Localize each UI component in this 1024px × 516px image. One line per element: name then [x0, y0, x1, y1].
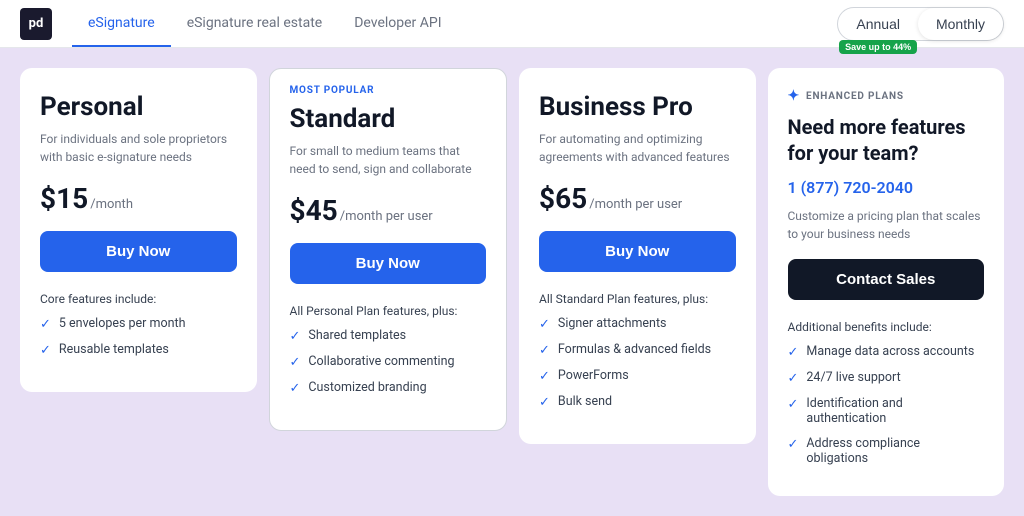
- standard-plan-card: MOST POPULAR Standard For small to mediu…: [269, 68, 508, 431]
- check-icon: ✓: [539, 317, 550, 332]
- check-icon: ✓: [40, 317, 51, 332]
- top-bar: pd eSignature eSignature real estate Dev…: [0, 0, 1024, 48]
- personal-buy-button[interactable]: Buy Now: [40, 231, 237, 272]
- standard-features-title: All Personal Plan features, plus:: [290, 304, 487, 318]
- check-icon: ✓: [539, 369, 550, 384]
- business-pro-price-row: $65 /month per user: [539, 182, 736, 215]
- logo-mark: pd: [20, 8, 52, 40]
- dots-icon: ✦: [788, 88, 801, 104]
- business-pro-plan-name: Business Pro: [539, 92, 736, 122]
- most-popular-label: MOST POPULAR: [290, 85, 487, 96]
- check-icon: ✓: [788, 371, 799, 386]
- nav-tabs: eSignature eSignature real estate Develo…: [72, 1, 837, 47]
- business-pro-plan-desc: For automating and optimizing agreements…: [539, 130, 736, 166]
- list-item: ✓ Bulk send: [539, 394, 736, 410]
- check-icon: ✓: [539, 343, 550, 358]
- business-pro-price-amount: $65: [539, 182, 587, 215]
- list-item: ✓ Signer attachments: [539, 316, 736, 332]
- standard-buy-button[interactable]: Buy Now: [290, 243, 487, 284]
- tab-esignature-realestate[interactable]: eSignature real estate: [171, 1, 339, 47]
- check-icon: ✓: [290, 381, 301, 396]
- standard-plan-desc: For small to medium teams that need to s…: [290, 142, 487, 178]
- personal-plan-desc: For individuals and sole proprietors wit…: [40, 130, 237, 166]
- personal-price-amount: $15: [40, 182, 88, 215]
- personal-price-row: $15 /month: [40, 182, 237, 215]
- personal-features-title: Core features include:: [40, 292, 237, 306]
- standard-price-row: $45 /month per user: [290, 194, 487, 227]
- list-item: ✓ Manage data across accounts: [788, 344, 985, 360]
- check-icon: ✓: [290, 355, 301, 370]
- billing-toggle: Annual Save up to 44% Monthly: [837, 7, 1004, 41]
- list-item: ✓ Formulas & advanced fields: [539, 342, 736, 358]
- enhanced-plan-card: ✦ ENHANCED PLANS Need more features for …: [768, 68, 1005, 496]
- check-icon: ✓: [788, 345, 799, 360]
- list-item: ✓ Shared templates: [290, 328, 487, 344]
- check-icon: ✓: [40, 343, 51, 358]
- business-pro-features-title: All Standard Plan features, plus:: [539, 292, 736, 306]
- check-icon: ✓: [788, 437, 799, 452]
- list-item: ✓ Address compliance obligations: [788, 436, 985, 466]
- monthly-toggle-btn[interactable]: Monthly: [918, 8, 1003, 40]
- tab-developer-api[interactable]: Developer API: [338, 1, 457, 47]
- list-item: ✓ Reusable templates: [40, 342, 237, 358]
- personal-plan-card: Personal For individuals and sole propri…: [20, 68, 257, 392]
- enhanced-phone[interactable]: 1 (877) 720-2040: [788, 178, 985, 197]
- personal-price-period: /month: [90, 197, 133, 212]
- tab-esignature[interactable]: eSignature: [72, 1, 171, 47]
- list-item: ✓ PowerForms: [539, 368, 736, 384]
- list-item: ✓ Collaborative commenting: [290, 354, 487, 370]
- standard-price-amount: $45: [290, 194, 338, 227]
- list-item: ✓ Identification and authentication: [788, 396, 985, 426]
- list-item: ✓ 5 envelopes per month: [40, 316, 237, 332]
- plans-container: Personal For individuals and sole propri…: [0, 48, 1024, 516]
- contact-sales-button[interactable]: Contact Sales: [788, 259, 985, 300]
- enhanced-title: Need more features for your team?: [788, 114, 985, 166]
- check-icon: ✓: [539, 395, 550, 410]
- business-pro-plan-card: Business Pro For automating and optimizi…: [519, 68, 756, 444]
- standard-plan-name: Standard: [290, 104, 487, 134]
- standard-price-period: /month per user: [340, 209, 433, 224]
- enhanced-features-title: Additional benefits include:: [788, 320, 985, 334]
- enhanced-header: ✦ ENHANCED PLANS: [788, 88, 985, 104]
- check-icon: ✓: [788, 397, 799, 412]
- save-badge: Save up to 44%: [839, 40, 917, 54]
- business-pro-buy-button[interactable]: Buy Now: [539, 231, 736, 272]
- enhanced-description: Customize a pricing plan that scales to …: [788, 207, 985, 243]
- list-item: ✓ Customized branding: [290, 380, 487, 396]
- business-pro-price-period: /month per user: [589, 197, 682, 212]
- list-item: ✓ 24/7 live support: [788, 370, 985, 386]
- annual-toggle-btn[interactable]: Annual Save up to 44%: [838, 8, 918, 40]
- check-icon: ✓: [290, 329, 301, 344]
- personal-plan-name: Personal: [40, 92, 237, 122]
